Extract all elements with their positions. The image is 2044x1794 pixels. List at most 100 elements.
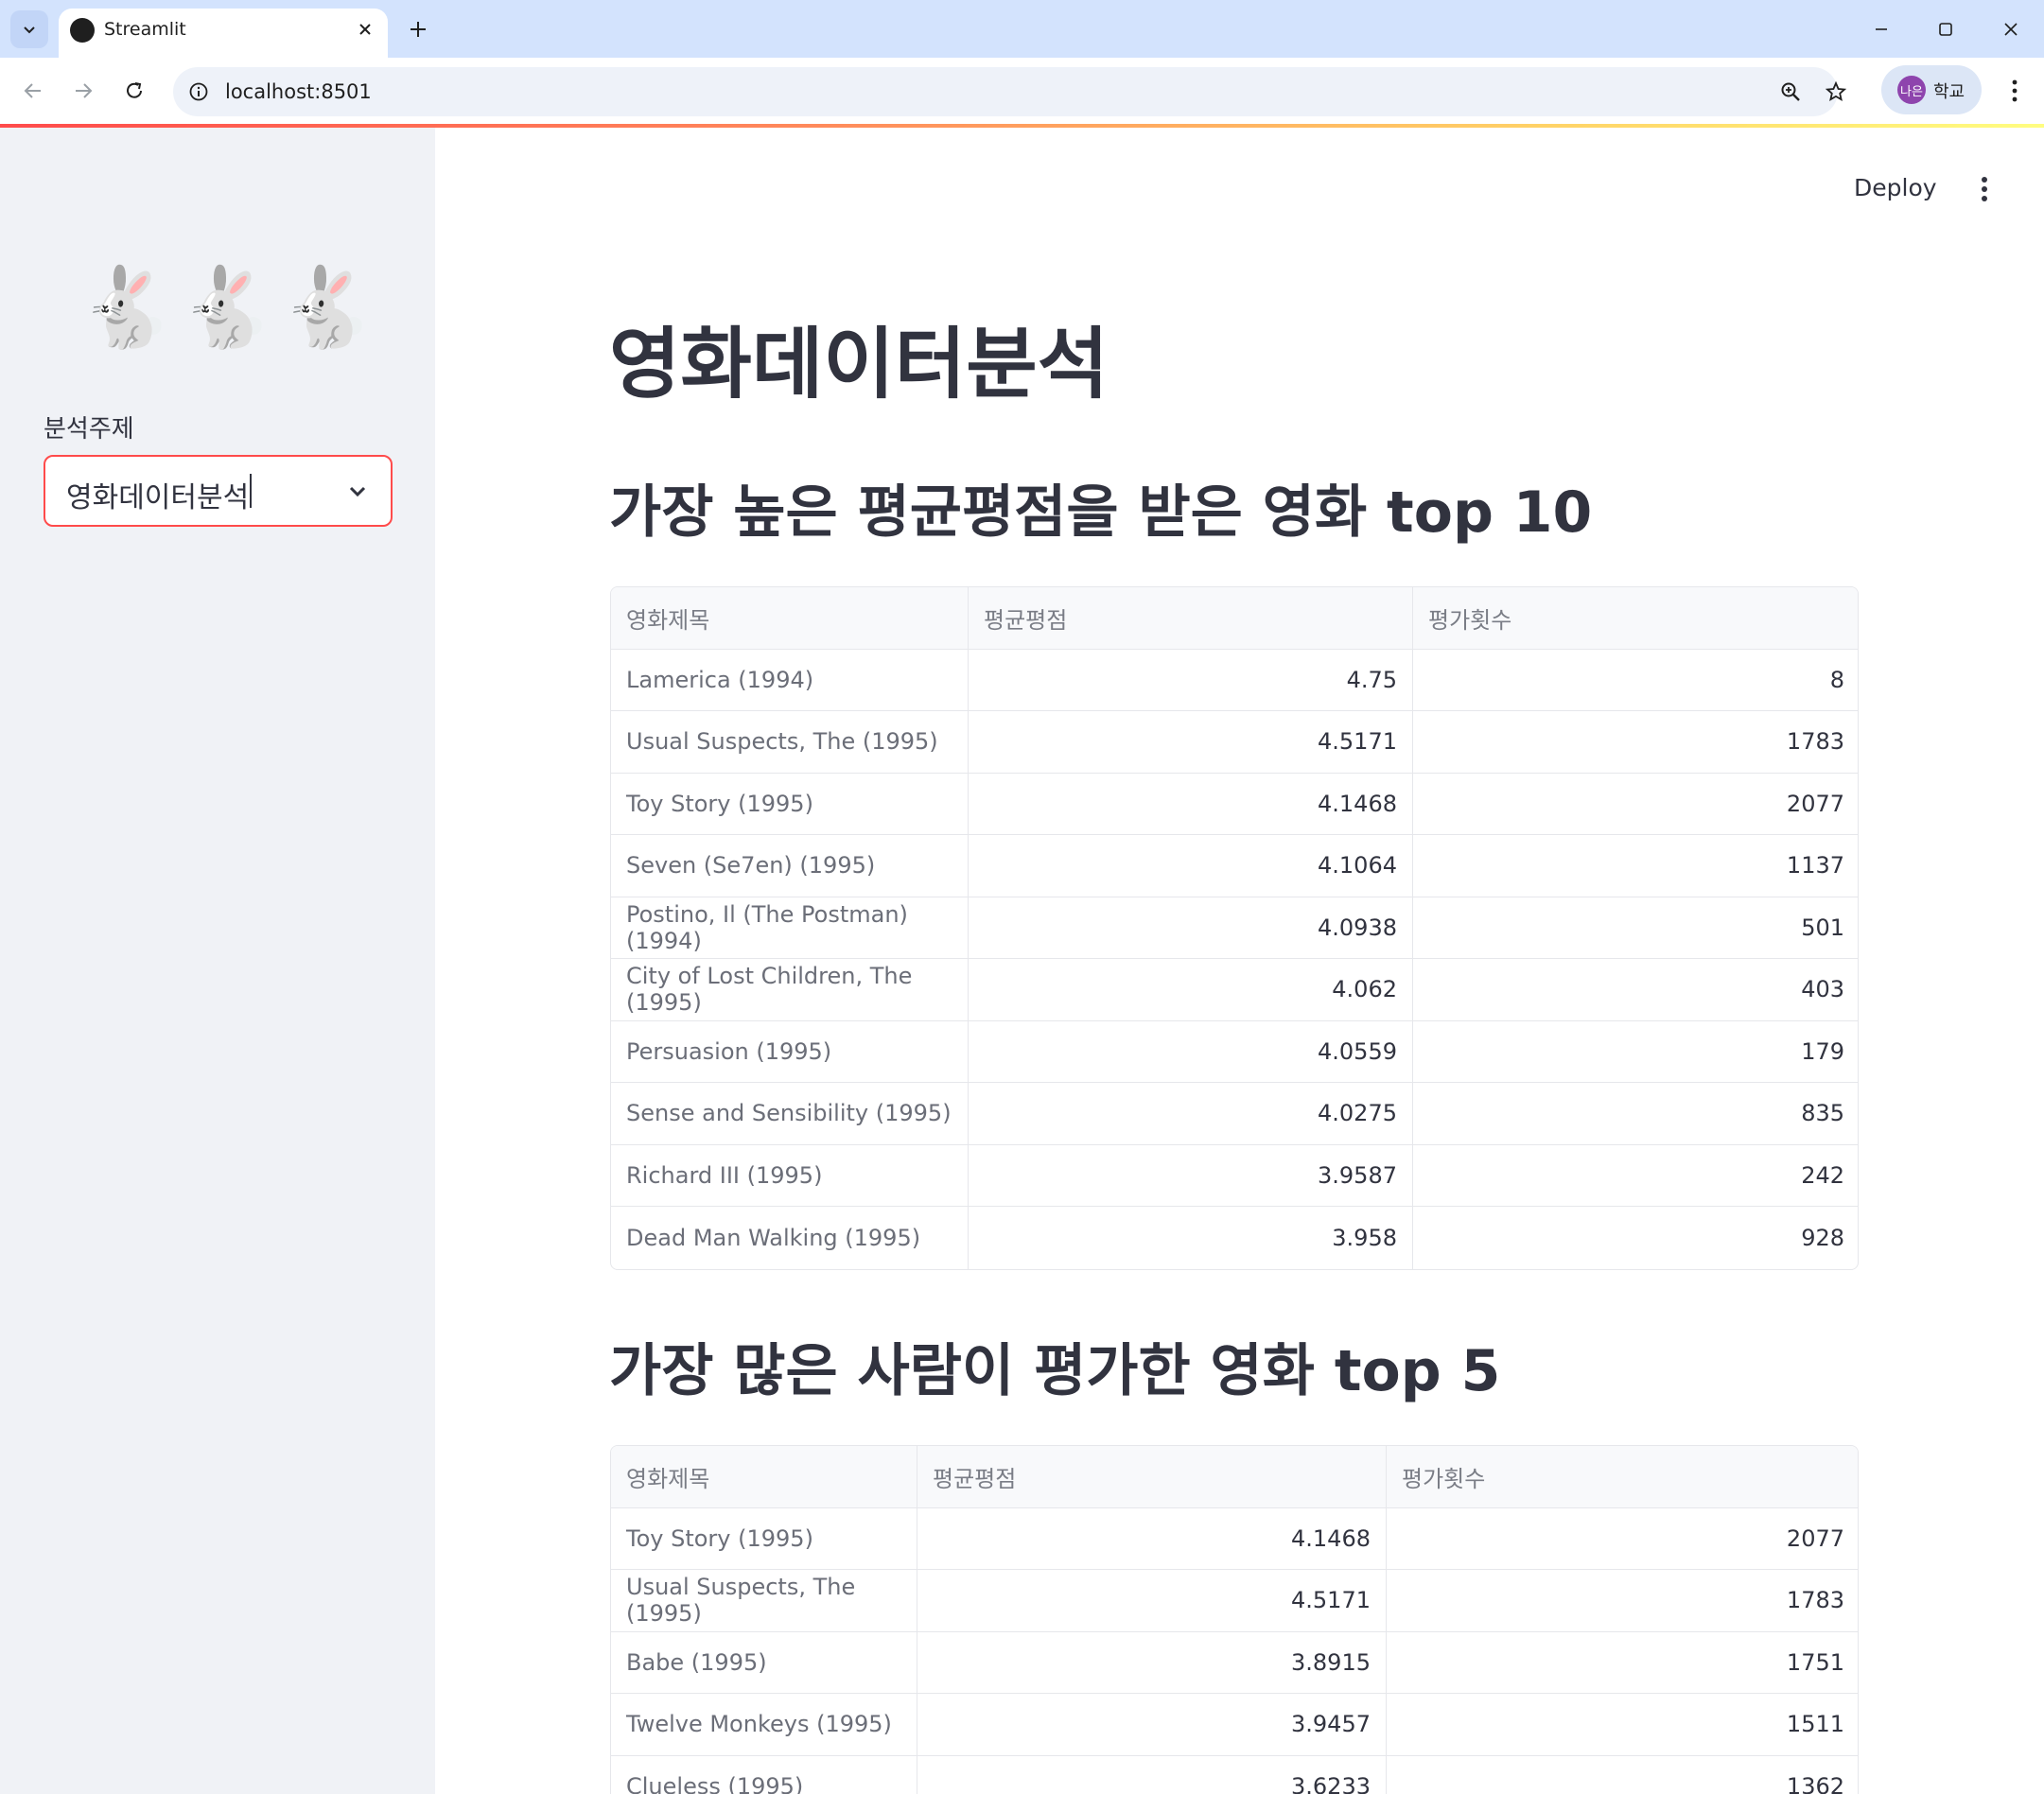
url-text: localhost:8501 xyxy=(225,80,372,103)
cell-average-rating[interactable]: 4.0275 xyxy=(969,1083,1413,1144)
cell-rating-count[interactable]: 1137 xyxy=(1413,835,1858,897)
cell-movie-title[interactable]: Seven (Se7en) (1995) xyxy=(611,835,969,897)
forward-button[interactable] xyxy=(63,71,103,111)
table-row: Seven (Se7en) (1995) 4.1064 1137 xyxy=(611,835,1858,897)
close-icon xyxy=(359,24,371,35)
cell-rating-count[interactable]: 8 xyxy=(1413,650,1858,711)
table-row: City of Lost Children, The (1995) 4.062 40… xyxy=(611,959,1858,1021)
profile-avatar: 나은 xyxy=(1897,76,1926,104)
column-header-rating[interactable]: 평균평점 xyxy=(917,1446,1387,1507)
cell-movie-title[interactable]: Postino, Il (The Postman) (1994) xyxy=(611,897,969,958)
table-row: Babe (1995) 3.8915 1751 xyxy=(611,1631,1858,1694)
cell-average-rating[interactable]: 4.0938 xyxy=(969,897,1413,958)
cell-average-rating[interactable]: 4.75 xyxy=(969,649,1413,710)
table-row: Toy Story (1995) 4.1468 2077 xyxy=(611,773,1858,835)
profile-name: 학교 xyxy=(1933,82,1965,102)
table-row: Usual Suspects, The (1995) 4.5171 1783 xyxy=(611,1570,1858,1632)
cell-rating-count[interactable]: 1783 xyxy=(1413,711,1858,773)
cell-rating-count[interactable]: 835 xyxy=(1413,1083,1858,1144)
back-button[interactable] xyxy=(13,71,53,111)
browser-tab-bar: Streamlit xyxy=(0,0,2044,58)
deploy-button[interactable]: Deploy xyxy=(1854,174,1937,201)
table-row: Lamerica (1994) 4.75 8 xyxy=(611,649,1858,711)
cell-average-rating[interactable]: 3.958 xyxy=(969,1207,1413,1269)
browser-tab[interactable]: Streamlit xyxy=(59,9,388,58)
cell-average-rating[interactable]: 4.1468 xyxy=(969,773,1413,834)
close-window-button[interactable] xyxy=(1989,8,2033,51)
cell-rating-count[interactable]: 242 xyxy=(1413,1145,1858,1207)
topic-select[interactable]: 영화데이터분석 xyxy=(44,455,393,527)
cell-average-rating[interactable]: 4.062 xyxy=(969,959,1413,1020)
tab-search-button[interactable] xyxy=(10,10,48,48)
page-title: 영화데이터분석 xyxy=(609,320,1109,409)
cell-rating-count[interactable]: 403 xyxy=(1413,959,1858,1020)
table-row: Sense and Sensibility (1995) 4.0275 835 xyxy=(611,1083,1858,1145)
chevron-down-icon xyxy=(24,26,35,34)
cell-movie-title[interactable]: Lamerica (1994) xyxy=(611,649,969,710)
more-vertical-icon xyxy=(2012,79,2018,102)
cell-movie-title[interactable]: Twelve Monkeys (1995) xyxy=(611,1694,917,1755)
cell-average-rating[interactable]: 4.5171 xyxy=(917,1570,1387,1631)
text-cursor xyxy=(250,474,252,508)
cell-rating-count[interactable]: 501 xyxy=(1413,897,1858,959)
column-header-rating[interactable]: 평균평점 xyxy=(969,587,1413,649)
table-row: Persuasion (1995) 4.0559 179 xyxy=(611,1020,1858,1083)
cell-movie-title[interactable]: Sense and Sensibility (1995) xyxy=(611,1083,969,1144)
cell-movie-title[interactable]: Toy Story (1995) xyxy=(611,773,969,834)
cell-movie-title[interactable]: Toy Story (1995) xyxy=(611,1507,917,1569)
table-row: Usual Suspects, The (1995) 4.5171 1783 xyxy=(611,711,1858,774)
cell-movie-title[interactable]: Usual Suspects, The (1995) xyxy=(611,711,969,773)
browser-menu-button[interactable] xyxy=(1998,71,2032,111)
reload-button[interactable] xyxy=(114,71,154,111)
column-header-title[interactable]: 영화제목 xyxy=(611,1446,917,1507)
main-menu-button[interactable] xyxy=(1967,172,2001,206)
cell-movie-title[interactable]: Usual Suspects, The (1995) xyxy=(611,1570,917,1631)
cell-movie-title[interactable]: Richard III (1995) xyxy=(611,1144,969,1206)
table-header-row: 영화제목 평균평점 평가횟수 xyxy=(611,587,1858,650)
cell-average-rating[interactable]: 4.0559 xyxy=(969,1020,1413,1082)
section-heading-top5: 가장 많은 사람이 평가한 영화 top 5 xyxy=(609,1338,1501,1404)
column-header-count[interactable]: 평가횟수 xyxy=(1413,587,1858,649)
cell-movie-title[interactable]: Babe (1995) xyxy=(611,1631,917,1693)
app-header-actions: Deploy xyxy=(1835,170,2024,208)
cell-rating-count[interactable]: 1362 xyxy=(1387,1756,1858,1794)
cell-rating-count[interactable]: 1511 xyxy=(1387,1694,1858,1755)
maximize-button[interactable] xyxy=(1924,8,1967,51)
profile-button[interactable]: 나은 학교 xyxy=(1881,65,1982,114)
cell-average-rating[interactable]: 3.8915 xyxy=(917,1631,1387,1693)
cell-average-rating[interactable]: 3.6233 xyxy=(917,1755,1387,1794)
column-header-title[interactable]: 영화제목 xyxy=(611,587,969,649)
new-tab-button[interactable] xyxy=(402,13,434,45)
cell-movie-title[interactable]: City of Lost Children, The (1995) xyxy=(611,959,969,1020)
bookmark-star-icon[interactable] xyxy=(1821,77,1851,107)
cell-rating-count[interactable]: 1783 xyxy=(1387,1570,1858,1631)
tab-close-button[interactable] xyxy=(352,16,378,43)
cell-average-rating[interactable]: 3.9587 xyxy=(969,1144,1413,1206)
section-heading-top10: 가장 높은 평균평점을 받은 영화 top 10 xyxy=(609,479,1593,546)
cell-average-rating[interactable]: 4.1064 xyxy=(969,835,1413,897)
dataframe-top10[interactable]: 영화제목 평균평점 평가횟수 Lamerica (1994) 4.75 8 Usual… xyxy=(610,586,1859,1270)
select-value: 영화데이터분석 xyxy=(66,481,250,514)
zoom-icon[interactable] xyxy=(1775,77,1806,107)
cell-rating-count[interactable]: 928 xyxy=(1413,1207,1858,1269)
cell-average-rating[interactable]: 4.5171 xyxy=(969,711,1413,773)
cell-average-rating[interactable]: 3.9457 xyxy=(917,1694,1387,1755)
minimize-button[interactable] xyxy=(1860,8,1903,51)
cell-rating-count[interactable]: 1751 xyxy=(1387,1632,1858,1694)
site-info-icon[interactable] xyxy=(184,78,213,106)
cell-movie-title[interactable]: Dead Man Walking (1995) xyxy=(611,1207,969,1269)
cell-movie-title[interactable]: Persuasion (1995) xyxy=(611,1020,969,1082)
chevron-down-icon[interactable] xyxy=(345,479,370,504)
cell-movie-title[interactable]: Clueless (1995) xyxy=(611,1755,917,1794)
dataframe-top5[interactable]: 영화제목 평균평점 평가횟수 Toy Story (1995) 4.1468 207… xyxy=(610,1445,1859,1794)
cell-rating-count[interactable]: 179 xyxy=(1413,1021,1858,1083)
minimize-icon xyxy=(1876,28,1887,30)
cell-average-rating[interactable]: 4.1468 xyxy=(917,1507,1387,1569)
tab-title: Streamlit xyxy=(104,19,186,40)
cell-rating-count[interactable]: 2077 xyxy=(1413,774,1858,835)
table-row: Richard III (1995) 3.9587 242 xyxy=(611,1144,1858,1207)
column-header-count[interactable]: 평가횟수 xyxy=(1387,1446,1858,1507)
cell-rating-count[interactable]: 2077 xyxy=(1387,1508,1858,1570)
address-bar[interactable]: localhost:8501 xyxy=(173,67,1847,116)
table-row: Dead Man Walking (1995) 3.958 928 xyxy=(611,1207,1858,1269)
